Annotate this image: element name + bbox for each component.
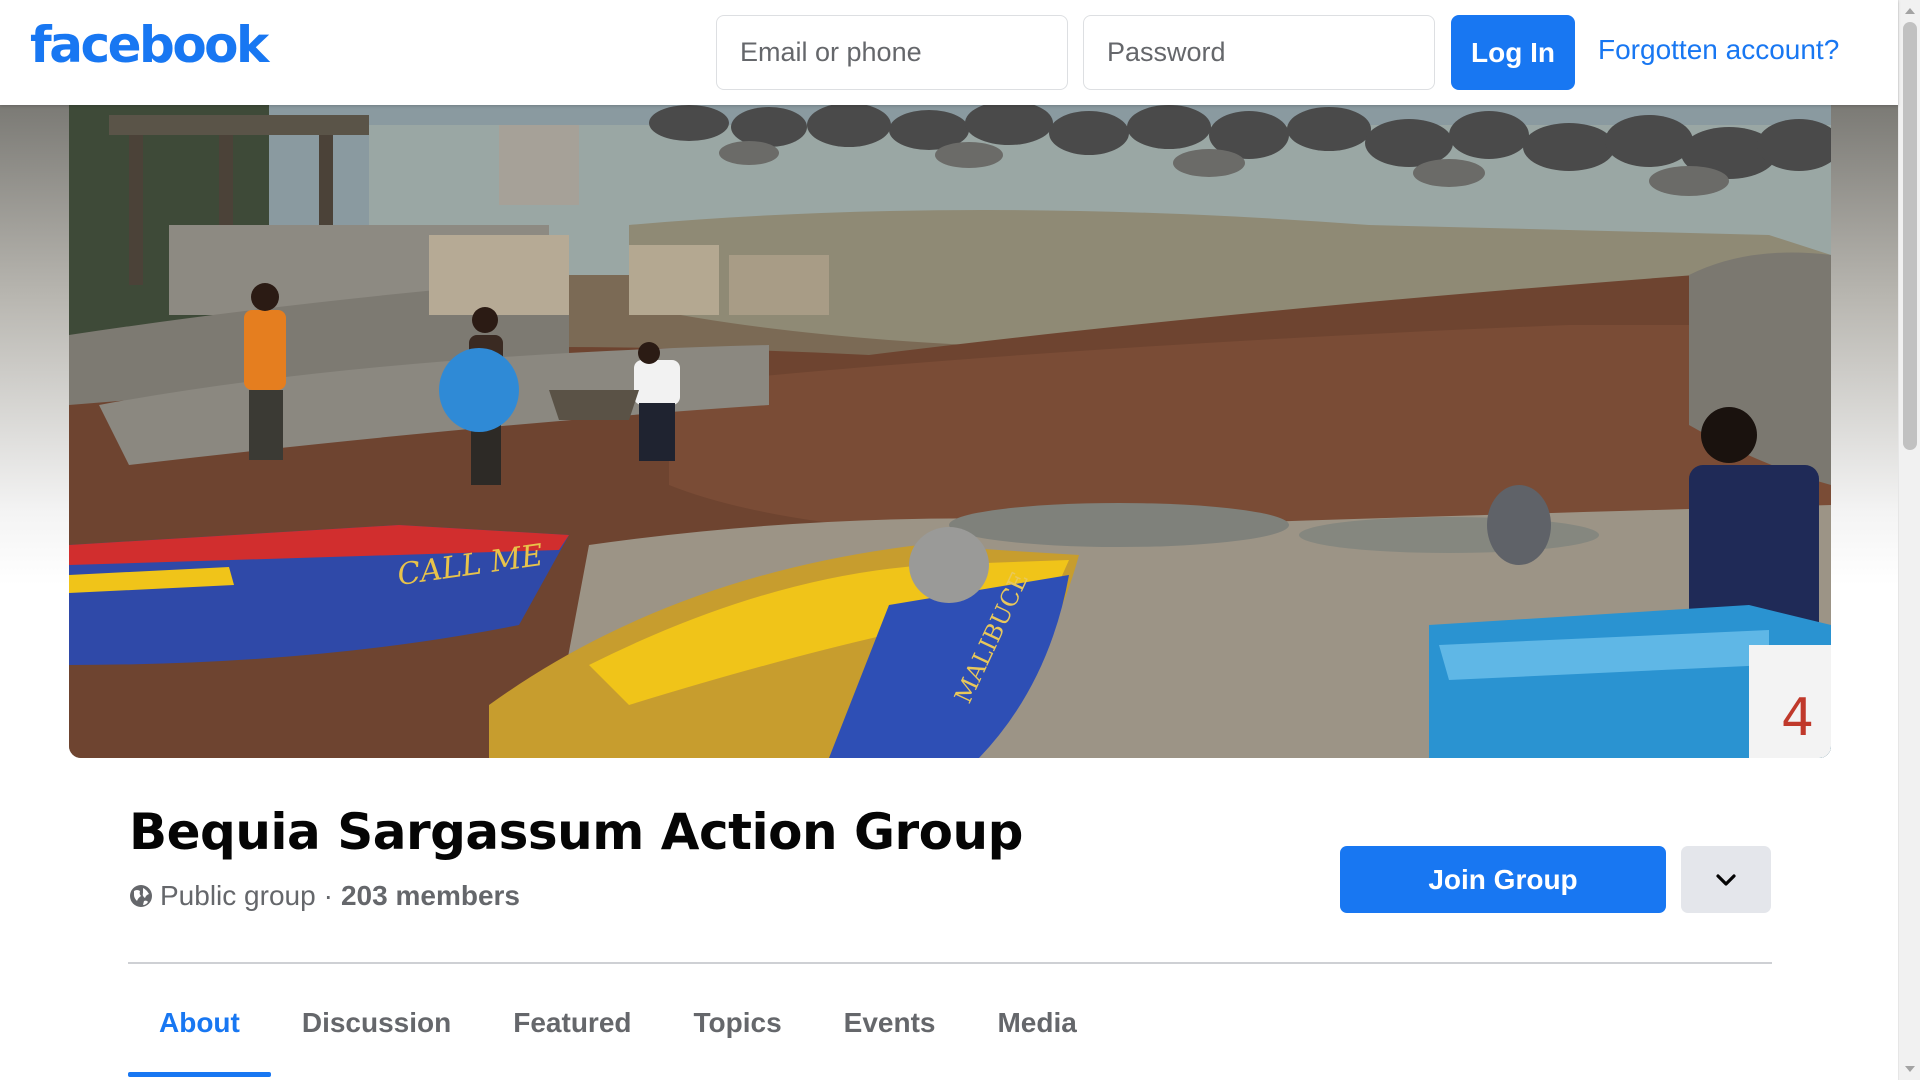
scroll-down-arrow-icon[interactable]: [1905, 1066, 1915, 1072]
group-privacy: Public group: [160, 880, 316, 911]
tab-about[interactable]: About: [128, 968, 271, 1078]
tab-featured[interactable]: Featured: [482, 968, 662, 1078]
member-count[interactable]: 203 members: [341, 880, 520, 912]
cover-photo-illustration: CALL ME MALIBUCE 4: [69, 105, 1831, 758]
cover-photo[interactable]: CALL ME MALIBUCE 4: [69, 105, 1831, 758]
shirt-number: 4: [1781, 688, 1814, 748]
more-options-button[interactable]: [1681, 846, 1771, 913]
tab-topics[interactable]: Topics: [663, 968, 813, 1078]
facebook-logo[interactable]: facebook: [30, 20, 269, 70]
scroll-up-arrow-icon[interactable]: [1905, 8, 1915, 14]
group-meta: Public group · 203 members: [129, 880, 520, 912]
login-button[interactable]: Log In: [1451, 15, 1575, 90]
top-navigation-bar: facebook Log In Forgotten account?: [0, 0, 1898, 105]
group-tabs: About Discussion Featured Topics Events …: [128, 968, 1108, 1078]
password-input[interactable]: [1083, 15, 1435, 90]
scrollbar-thumb[interactable]: [1903, 22, 1917, 450]
page-scrollbar[interactable]: [1898, 0, 1920, 1080]
meta-separator: ·: [323, 880, 333, 911]
join-group-button[interactable]: Join Group: [1340, 846, 1666, 913]
email-input[interactable]: [716, 15, 1068, 90]
group-title: Bequia Sargassum Action Group: [129, 803, 1023, 861]
globe-icon: [130, 885, 152, 907]
tab-media[interactable]: Media: [966, 968, 1107, 1078]
header-divider: [128, 962, 1772, 964]
tab-events[interactable]: Events: [813, 968, 967, 1078]
chevron-down-icon: [1716, 873, 1736, 886]
tab-discussion[interactable]: Discussion: [271, 968, 482, 1078]
forgotten-account-link[interactable]: Forgotten account?: [1598, 34, 1839, 66]
